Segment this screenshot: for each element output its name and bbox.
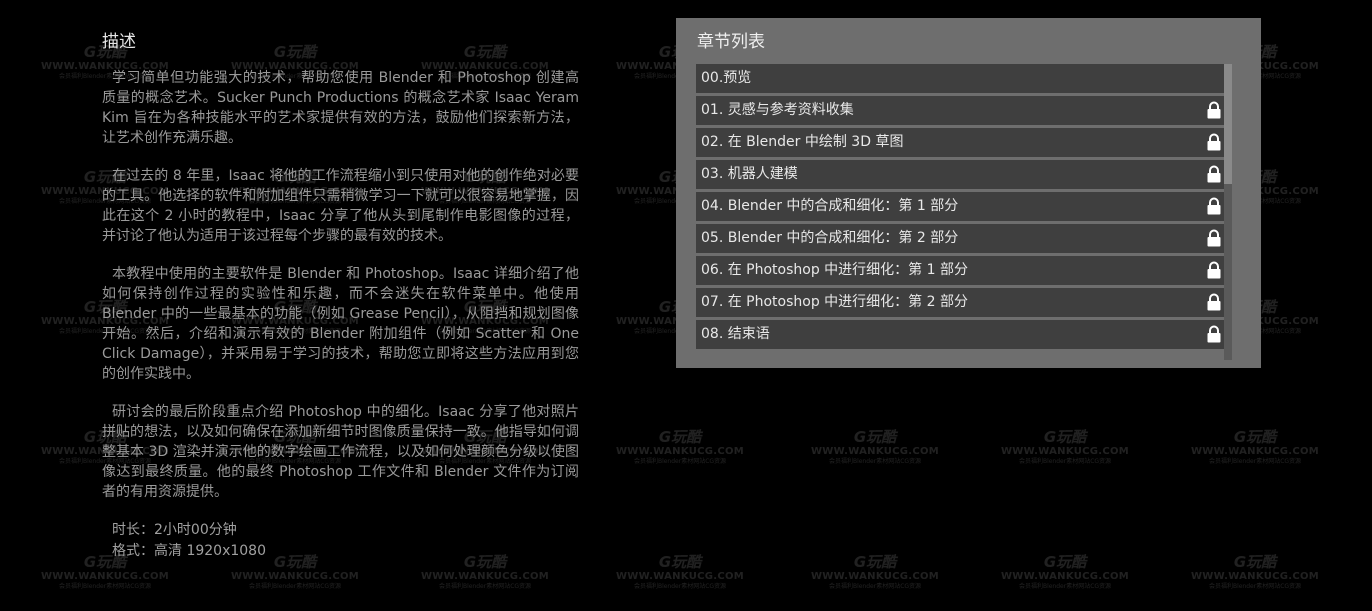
watermark: G玩酷WWW.WANKUCG.COM会员福利Blender素材网站CG资源: [615, 428, 745, 465]
chapter-item-07[interactable]: 07. 在 Photoshop 中进行细化：第 2 部分: [696, 288, 1224, 317]
chapter-item-00[interactable]: 00.预览: [696, 64, 1224, 93]
lock-icon: [1207, 197, 1221, 215]
chapter-item-08[interactable]: 08. 结束语: [696, 320, 1224, 349]
description-section: 描述 学习简单但功能强大的技术，帮助您使用 Blender 和 Photosho…: [102, 30, 579, 562]
chapter-label: 03. 机器人建模: [701, 166, 798, 182]
lock-icon: [1207, 101, 1221, 119]
chapter-list-title: 章节列表: [697, 32, 765, 52]
watermark: G玩酷WWW.WANKUCG.COM会员福利Blender素材网站CG资源: [615, 553, 745, 590]
lock-icon: [1207, 165, 1221, 183]
duration-text: 时长：2小时00分钟: [112, 522, 237, 538]
description-paragraph: 本教程中使用的主要软件是 Blender 和 Photoshop。Isaac 详…: [102, 266, 579, 382]
chapter-item-06[interactable]: 06. 在 Photoshop 中进行细化：第 1 部分: [696, 256, 1224, 285]
watermark: G玩酷WWW.WANKUCG.COM会员福利Blender素材网站CG资源: [1190, 553, 1320, 590]
chapter-panel: 章节列表 00.预览 01. 灵感与参考资料收集 02. 在 Blender 中…: [676, 18, 1261, 368]
chapter-item-01[interactable]: 01. 灵感与参考资料收集: [696, 96, 1224, 125]
description-title: 描述: [102, 32, 136, 52]
chapter-label: 02. 在 Blender 中绘制 3D 草图: [701, 134, 904, 150]
lock-icon: [1207, 133, 1221, 151]
chapter-scrollbar-thumb[interactable]: [1224, 64, 1232, 184]
chapter-label: 00.预览: [701, 70, 752, 86]
chapter-item-05[interactable]: 05. Blender 中的合成和细化：第 2 部分: [696, 224, 1224, 253]
lock-icon: [1207, 261, 1221, 279]
watermark: G玩酷WWW.WANKUCG.COM会员福利Blender素材网站CG资源: [1000, 553, 1130, 590]
chapter-item-03[interactable]: 03. 机器人建模: [696, 160, 1224, 189]
lock-icon: [1207, 293, 1221, 311]
description-paragraph: 学习简单但功能强大的技术，帮助您使用 Blender 和 Photoshop 创…: [102, 70, 579, 146]
chapter-label: 01. 灵感与参考资料收集: [701, 102, 854, 118]
chapter-label: 06. 在 Photoshop 中进行细化：第 1 部分: [701, 262, 968, 278]
chapter-label: 07. 在 Photoshop 中进行细化：第 2 部分: [701, 294, 968, 310]
chapter-item-04[interactable]: 04. Blender 中的合成和细化：第 1 部分: [696, 192, 1224, 221]
lock-icon: [1207, 325, 1221, 343]
format-text: 格式：高清 1920x1080: [112, 543, 266, 559]
watermark: G玩酷WWW.WANKUCG.COM会员福利Blender素材网站CG资源: [810, 553, 940, 590]
lock-icon: [1207, 229, 1221, 247]
description-paragraph: 研讨会的最后阶段重点介绍 Photoshop 中的细化。Isaac 分享了他对照…: [102, 404, 579, 500]
chapter-scrollbar[interactable]: [1224, 64, 1232, 360]
chapter-label: 08. 结束语: [701, 326, 770, 342]
chapter-item-02[interactable]: 02. 在 Blender 中绘制 3D 草图: [696, 128, 1224, 157]
description-paragraph: 在过去的 8 年里，Isaac 将他的工作流程缩小到只使用对他的创作绝对必要的工…: [102, 168, 579, 244]
watermark: G玩酷WWW.WANKUCG.COM会员福利Blender素材网站CG资源: [810, 428, 940, 465]
chapter-label: 04. Blender 中的合成和细化：第 1 部分: [701, 198, 959, 214]
watermark: G玩酷WWW.WANKUCG.COM会员福利Blender素材网站CG资源: [1190, 428, 1320, 465]
chapter-list: 00.预览 01. 灵感与参考资料收集 02. 在 Blender 中绘制 3D…: [696, 64, 1224, 352]
watermark: G玩酷WWW.WANKUCG.COM会员福利Blender素材网站CG资源: [1000, 428, 1130, 465]
chapter-label: 05. Blender 中的合成和细化：第 2 部分: [701, 230, 959, 246]
